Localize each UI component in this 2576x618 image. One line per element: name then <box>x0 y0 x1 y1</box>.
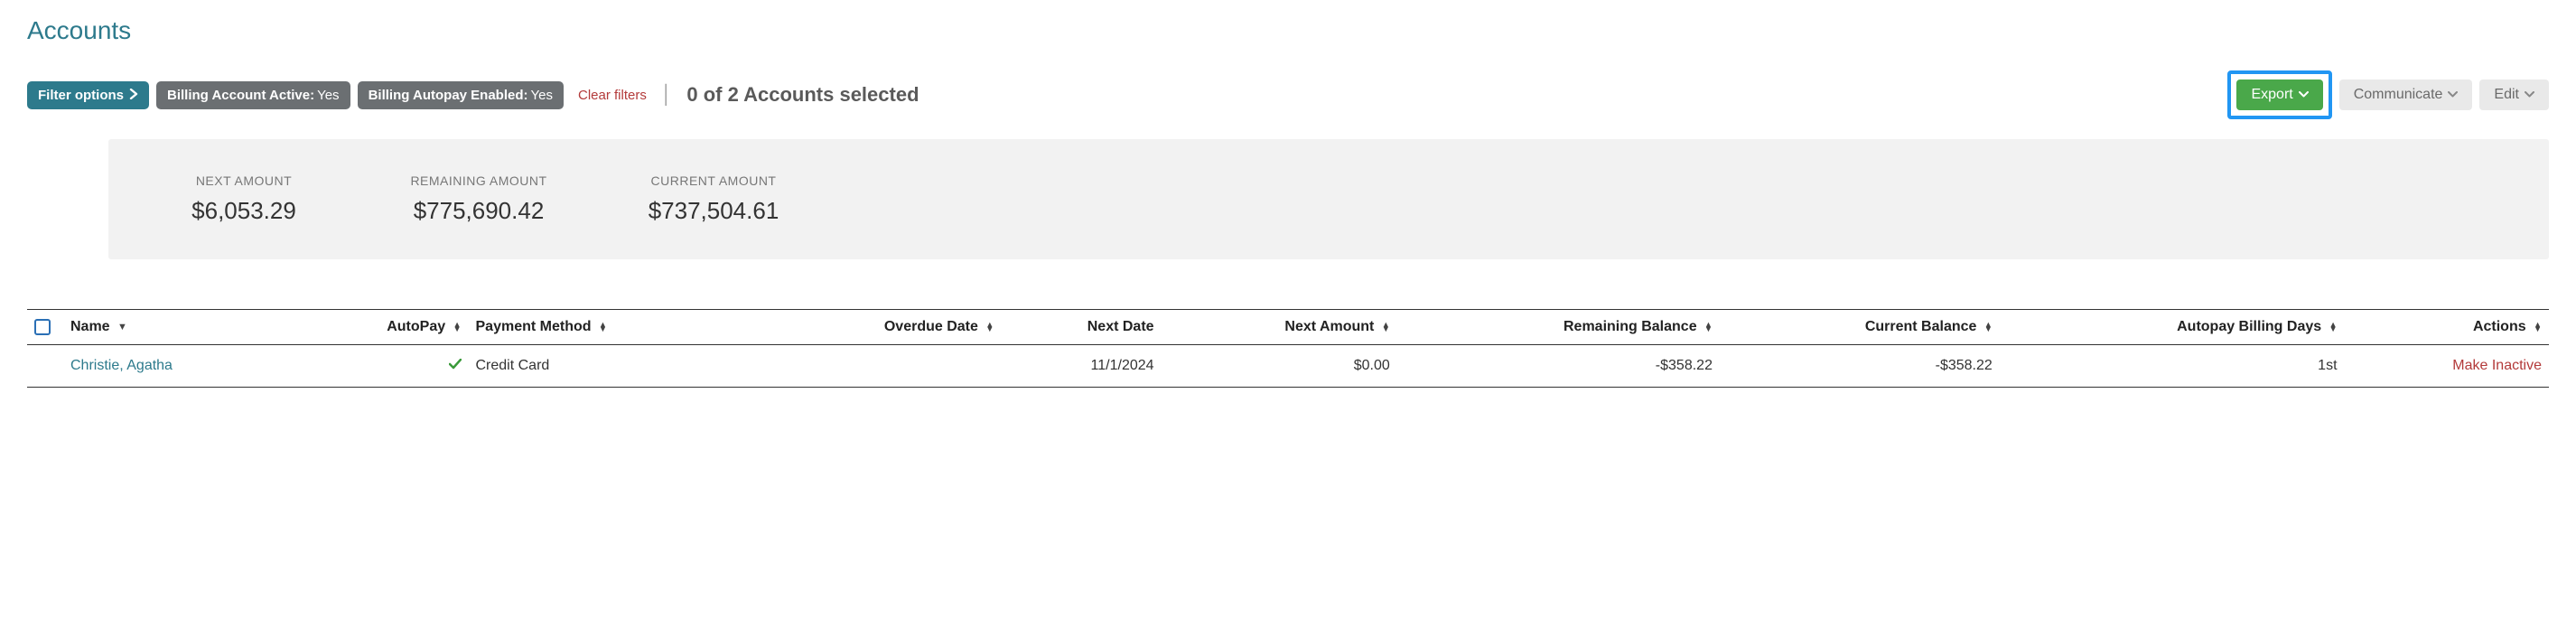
chevron-down-icon <box>2448 89 2458 100</box>
summary-value: $737,504.61 <box>614 197 813 225</box>
filter-chip-autopay-enabled[interactable]: Billing Autopay Enabled: Yes <box>358 81 564 109</box>
communicate-label: Communicate <box>2354 87 2443 103</box>
sort-icon: ▲▼ <box>453 323 462 332</box>
sort-icon: ▲▼ <box>1704 323 1713 332</box>
cell-next-date: 11/1/2024 <box>1001 345 1161 388</box>
sort-icon: ▲▼ <box>599 323 607 332</box>
summary-label: REMAINING AMOUNT <box>379 173 578 188</box>
chevron-right-icon <box>129 88 138 103</box>
col-payment-method[interactable]: Payment Method ▲▼ <box>469 310 757 345</box>
check-icon <box>449 358 462 373</box>
clear-filters-link[interactable]: Clear filters <box>578 88 647 103</box>
filter-options-label: Filter options <box>38 88 124 103</box>
summary-next-amount: NEXT AMOUNT $6,053.29 <box>145 173 343 225</box>
summary-value: $775,690.42 <box>379 197 578 225</box>
export-label: Export <box>2251 87 2292 103</box>
col-label: Payment Method <box>476 319 592 334</box>
accounts-table: Name ▼ AutoPay ▲▼ Payment Method ▲▼ Over… <box>27 309 2549 388</box>
filter-options-button[interactable]: Filter options <box>27 81 149 109</box>
chevron-down-icon <box>2299 89 2309 100</box>
col-label: Next Amount <box>1284 319 1374 334</box>
filter-chip-value: Yes <box>317 88 339 103</box>
col-label: Remaining Balance <box>1563 319 1697 334</box>
col-label: Autopay Billing Days <box>2177 319 2321 334</box>
selection-count: 0 of 2 Accounts selected <box>686 83 919 107</box>
col-next-date: Next Date <box>1001 310 1161 345</box>
col-autopay[interactable]: AutoPay ▲▼ <box>294 310 469 345</box>
edit-button[interactable]: Edit <box>2479 80 2549 110</box>
table-row: Christie, Agatha Credit Card 11/1/2024 $… <box>27 345 2549 388</box>
chevron-down-icon <box>2525 89 2534 100</box>
account-name-link[interactable]: Christie, Agatha <box>70 358 173 373</box>
separator: │ <box>661 85 673 106</box>
sort-icon: ▲▼ <box>1984 323 1993 332</box>
cell-remaining-balance: -$358.22 <box>1397 345 1720 388</box>
col-current-balance[interactable]: Current Balance ▲▼ <box>1720 310 2000 345</box>
select-all-checkbox[interactable] <box>34 319 51 335</box>
summary-current-amount: CURRENT AMOUNT $737,504.61 <box>614 173 813 225</box>
summary-label: NEXT AMOUNT <box>145 173 343 188</box>
col-label: Current Balance <box>1865 319 1977 334</box>
sort-desc-icon: ▼ <box>117 323 127 332</box>
filter-chip-value: Yes <box>531 88 553 103</box>
make-inactive-link[interactable]: Make Inactive <box>2452 358 2542 373</box>
col-label: Overdue Date <box>884 319 978 334</box>
filter-chip-billing-active[interactable]: Billing Account Active: Yes <box>156 81 350 109</box>
cell-overdue-date <box>756 345 1001 388</box>
col-remaining-balance[interactable]: Remaining Balance ▲▼ <box>1397 310 1720 345</box>
page-title: Accounts <box>27 0 2549 70</box>
col-autopay-billing-days[interactable]: Autopay Billing Days ▲▼ <box>2000 310 2345 345</box>
cell-next-amount: $0.00 <box>1162 345 1397 388</box>
filter-chip-label: Billing Account Active: <box>167 88 314 103</box>
export-highlight: Export <box>2227 70 2331 119</box>
summary-remaining-amount: REMAINING AMOUNT $775,690.42 <box>379 173 578 225</box>
cell-payment-method: Credit Card <box>469 345 757 388</box>
col-overdue-date[interactable]: Overdue Date ▲▼ <box>756 310 1001 345</box>
communicate-button[interactable]: Communicate <box>2339 80 2473 110</box>
export-button[interactable]: Export <box>2236 80 2322 110</box>
cell-current-balance: -$358.22 <box>1720 345 2000 388</box>
summary-value: $6,053.29 <box>145 197 343 225</box>
col-actions[interactable]: Actions ▲▼ <box>2345 310 2549 345</box>
col-label: AutoPay <box>387 319 445 334</box>
cell-autopay-billing-days: 1st <box>2000 345 2345 388</box>
filter-chip-label: Billing Autopay Enabled: <box>369 88 528 103</box>
col-label: Next Date <box>1087 319 1154 334</box>
sort-icon: ▲▼ <box>1382 323 1390 332</box>
summary-strip: NEXT AMOUNT $6,053.29 REMAINING AMOUNT $… <box>108 139 2549 259</box>
toolbar: Filter options Billing Account Active: Y… <box>27 70 2549 119</box>
sort-icon: ▲▼ <box>2534 323 2542 332</box>
sort-icon: ▲▼ <box>985 323 994 332</box>
col-name[interactable]: Name ▼ <box>63 310 294 345</box>
col-label: Actions <box>2473 319 2526 334</box>
col-label: Name <box>70 319 110 334</box>
summary-label: CURRENT AMOUNT <box>614 173 813 188</box>
sort-icon: ▲▼ <box>2329 323 2338 332</box>
edit-label: Edit <box>2494 87 2519 103</box>
col-next-amount[interactable]: Next Amount ▲▼ <box>1162 310 1397 345</box>
